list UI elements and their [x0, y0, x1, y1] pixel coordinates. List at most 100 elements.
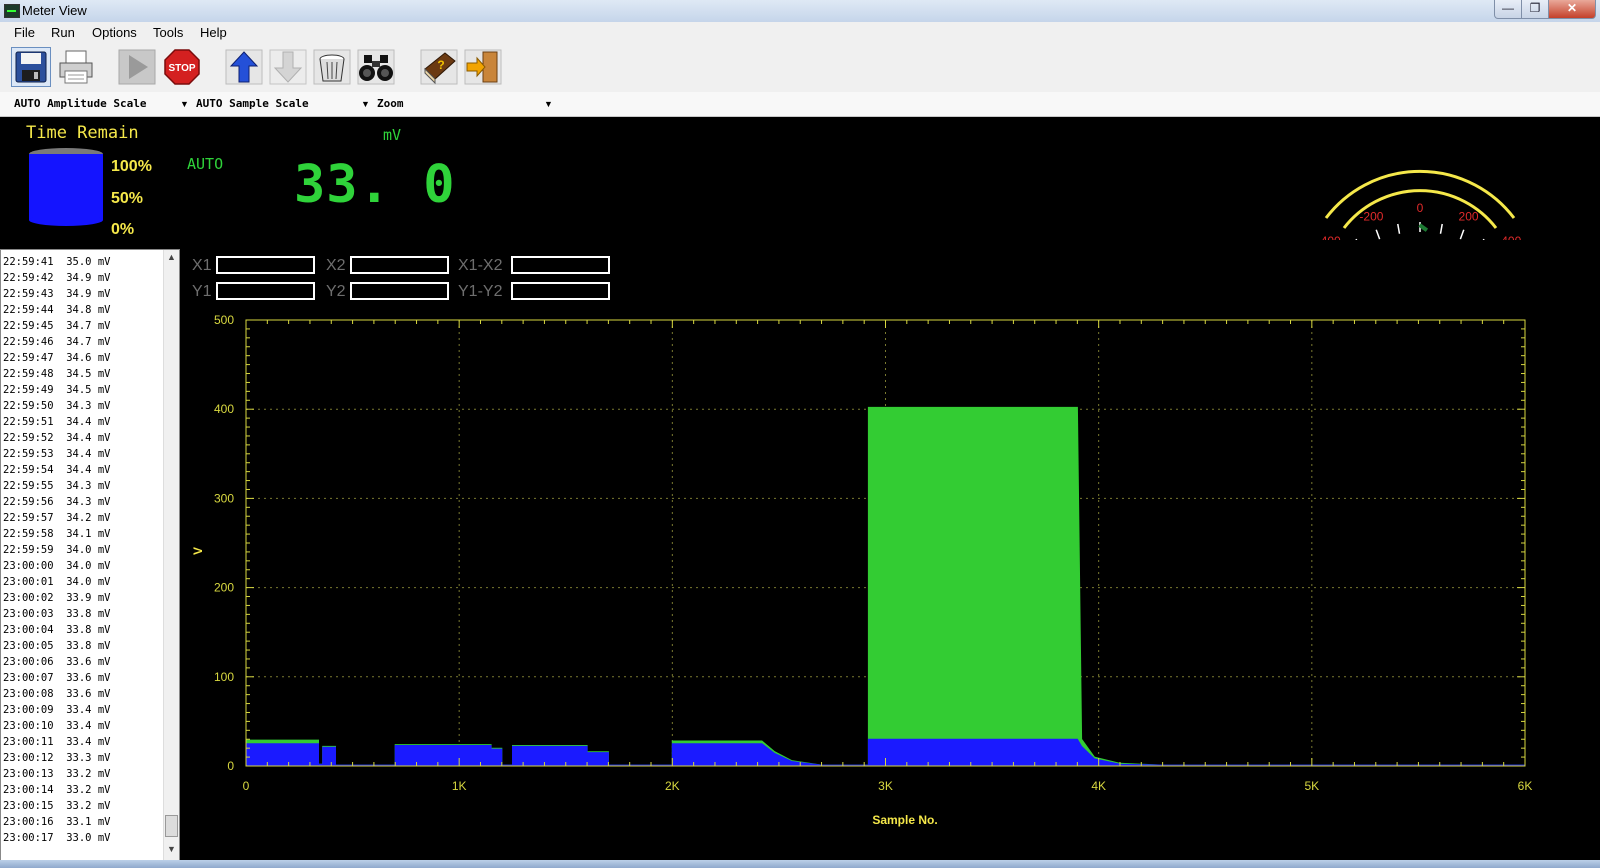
log-scrollbar[interactable]: ▲ ▼	[163, 250, 179, 861]
log-row[interactable]: 22:59:58 34.1 mV	[3, 526, 161, 542]
y-tick-label: 300	[214, 491, 234, 505]
log-row[interactable]: 23:00:08 33.6 mV	[3, 686, 161, 702]
play-icon	[118, 49, 156, 85]
x2-label: X2	[326, 257, 346, 274]
upload-button[interactable]	[224, 47, 264, 87]
toolbar: STOP ?	[0, 44, 1600, 92]
menu-file[interactable]: File	[14, 25, 35, 40]
y-tick-label: 200	[214, 581, 234, 595]
log-row[interactable]: 22:59:59 34.0 mV	[3, 542, 161, 558]
log-row[interactable]: 23:00:12 33.3 mV	[3, 750, 161, 766]
maximize-button[interactable]: ❐	[1521, 0, 1549, 19]
log-row[interactable]: 23:00:00 34.0 mV	[3, 558, 161, 574]
log-row[interactable]: 22:59:49 34.5 mV	[3, 382, 161, 398]
x-tick-label: 5K	[1304, 779, 1319, 793]
unit-label: mV	[383, 126, 402, 144]
log-row[interactable]: 22:59:55 34.3 mV	[3, 478, 161, 494]
stop-text: STOP	[168, 63, 195, 74]
log-row[interactable]: 23:00:05 33.8 mV	[3, 638, 161, 654]
download-button[interactable]	[268, 47, 308, 87]
y2-label: Y2	[326, 283, 346, 300]
log-row[interactable]: 23:00:17 33.0 mV	[3, 830, 161, 846]
play-button[interactable]	[117, 47, 157, 87]
zoom-dropdown-icon[interactable]: ▼	[544, 99, 553, 109]
y1-field	[216, 282, 315, 300]
y1-label: Y1	[192, 283, 212, 300]
taskbar	[0, 860, 1600, 868]
sample-dropdown-icon[interactable]: ▼	[361, 99, 370, 109]
menu-options[interactable]: Options	[92, 25, 137, 40]
find-button[interactable]	[356, 47, 396, 87]
scale-bar: AUTO Amplitude Scale ▼ AUTO Sample Scale…	[0, 92, 1600, 117]
print-button[interactable]	[56, 47, 96, 87]
exit-button[interactable]	[463, 47, 503, 87]
log-row[interactable]: 23:00:04 33.8 mV	[3, 622, 161, 638]
log-row[interactable]: 22:59:47 34.6 mV	[3, 350, 161, 366]
signal-chart[interactable]: 0 1K 2K 3K 4K 5K 6K 0 100 200 300 400 500 Sample No…	[180, 315, 1600, 830]
scroll-up-icon[interactable]: ▲	[167, 252, 176, 262]
scroll-thumb[interactable]	[165, 815, 178, 837]
log-row[interactable]: 23:00:11 33.4 mV	[3, 734, 161, 750]
time-remain-label: Time Remain	[26, 123, 139, 143]
log-row[interactable]: 23:00:15 33.2 mV	[3, 798, 161, 814]
gauge-tick-label: 200	[1459, 210, 1479, 224]
y1-y2-field	[511, 282, 610, 300]
log-row[interactable]: 23:00:02 33.9 mV	[3, 590, 161, 606]
log-row[interactable]: 22:59:54 34.4 mV	[3, 462, 161, 478]
close-button[interactable]: ✕	[1548, 0, 1596, 19]
log-row[interactable]: 23:00:03 33.8 mV	[3, 606, 161, 622]
zoom-select[interactable]: Zoom	[377, 97, 404, 110]
log-row[interactable]: 23:00:06 33.6 mV	[3, 654, 161, 670]
save-icon	[15, 51, 47, 83]
log-row[interactable]: 22:59:48 34.5 mV	[3, 366, 161, 382]
log-row[interactable]: 23:00:13 33.2 mV	[3, 766, 161, 782]
log-row[interactable]: 23:00:01 34.0 mV	[3, 574, 161, 590]
log-row[interactable]: 22:59:56 34.3 mV	[3, 494, 161, 510]
stop-button[interactable]: STOP	[162, 47, 202, 87]
log-row[interactable]: 22:59:52 34.4 mV	[3, 430, 161, 446]
sample-scale-select[interactable]: AUTO Sample Scale	[196, 97, 309, 110]
menu-bar: File Run Options Tools Help	[0, 22, 1600, 44]
log-row[interactable]: 23:00:09 33.4 mV	[3, 702, 161, 718]
gauge-tick-label: -200	[1359, 210, 1383, 224]
log-row[interactable]: 22:59:42 34.9 mV	[3, 270, 161, 286]
menu-help[interactable]: Help	[200, 25, 227, 40]
x-tick-label: 0	[243, 779, 250, 793]
x2-field	[350, 256, 449, 274]
log-row[interactable]: 22:59:45 34.7 mV	[3, 318, 161, 334]
amplitude-scale-select[interactable]: AUTO Amplitude Scale	[14, 97, 146, 110]
y-tick-label: 100	[214, 670, 234, 684]
minimize-button[interactable]: —	[1494, 0, 1522, 19]
log-row[interactable]: 22:59:53 34.4 mV	[3, 446, 161, 462]
x1-x2-label: X1-X2	[458, 257, 503, 274]
log-row[interactable]: 22:59:43 34.9 mV	[3, 286, 161, 302]
trash-button[interactable]	[312, 47, 352, 87]
log-row[interactable]: 22:59:41 35.0 mV	[3, 254, 161, 270]
x-tick-label: 4K	[1091, 779, 1106, 793]
trash-icon	[313, 49, 351, 85]
gauge-tick	[1375, 229, 1381, 240]
y-axis-label: V	[191, 547, 205, 555]
help-book-button[interactable]: ?	[419, 47, 459, 87]
log-row[interactable]: 23:00:14 33.2 mV	[3, 782, 161, 798]
gauge-tick-label: 400	[1501, 234, 1521, 240]
scroll-down-icon[interactable]: ▼	[167, 844, 176, 854]
log-row[interactable]: 22:59:57 34.2 mV	[3, 510, 161, 526]
menu-tools[interactable]: Tools	[153, 25, 183, 40]
range-mode-label: AUTO	[187, 155, 224, 173]
log-row[interactable]: 23:00:07 33.6 mV	[3, 670, 161, 686]
log-row[interactable]: 22:59:46 34.7 mV	[3, 334, 161, 350]
save-button[interactable]	[11, 47, 51, 87]
log-row[interactable]: 22:59:50 34.3 mV	[3, 398, 161, 414]
meter-reading: 33. 0	[294, 155, 456, 215]
binoculars-icon	[357, 49, 395, 85]
log-row[interactable]: 22:59:51 34.4 mV	[3, 414, 161, 430]
log-row[interactable]: 22:59:44 34.8 mV	[3, 302, 161, 318]
menu-run[interactable]: Run	[51, 25, 75, 40]
x1-x2-field	[511, 256, 610, 274]
amplitude-dropdown-icon[interactable]: ▼	[180, 99, 189, 109]
log-row[interactable]: 23:00:16 33.1 mV	[3, 814, 161, 830]
time-remain-tank	[29, 148, 103, 226]
reading-log-list[interactable]: 22:59:41 35.0 mV 22:59:42 34.9 mV 22:59:43…	[0, 249, 180, 862]
log-row[interactable]: 23:00:10 33.4 mV	[3, 718, 161, 734]
